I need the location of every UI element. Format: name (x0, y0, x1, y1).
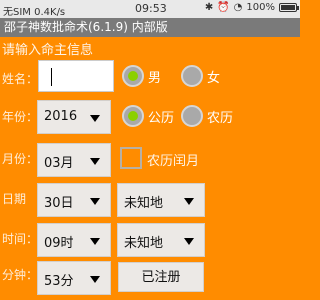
hour-select[interactable]: 09时 (37, 223, 111, 257)
leap-month-checkbox[interactable] (120, 147, 142, 169)
radio-solar-indicator[interactable] (122, 105, 144, 127)
chevron-down-icon (184, 238, 194, 245)
radio-male-indicator[interactable] (122, 65, 144, 87)
radio-lunar[interactable]: 农历 (181, 105, 233, 127)
month-label: 月份： (2, 152, 39, 166)
day-select[interactable]: 30日 (37, 183, 111, 217)
minute-value: 53分 (44, 274, 74, 289)
status-right: ✱ ⏰ ◔ 100% (204, 2, 299, 13)
radio-female[interactable]: 女 (181, 65, 220, 87)
clock: 09:53 (135, 2, 167, 15)
name-label: 姓名： (2, 72, 39, 86)
app-title: 邵子神数批命术(6.1.9) 内部版 (4, 20, 168, 34)
hour-value: 09时 (44, 236, 74, 251)
place-value-1: 未知地 (124, 196, 164, 211)
radio-solar[interactable]: 公历 (122, 105, 174, 127)
name-input-wrapper[interactable] (38, 60, 114, 92)
chevron-down-icon (90, 158, 100, 165)
chevron-down-icon (90, 238, 100, 245)
hour-label: 时间： (2, 232, 39, 246)
place-value-2: 未知地 (124, 236, 164, 251)
radio-lunar-label: 农历 (207, 110, 234, 126)
radio-female-indicator[interactable] (181, 65, 203, 87)
minute-label: 分钟： (2, 268, 39, 282)
battery-percent: 100% (246, 2, 275, 13)
year-select[interactable]: 2016 (37, 100, 111, 134)
day-label: 日期 (2, 192, 27, 206)
radio-female-label: 女 (207, 70, 221, 86)
wifi-icon: ◔ (233, 2, 243, 13)
place-select-1[interactable]: 未知地 (117, 183, 205, 217)
year-value: 2016 (44, 109, 78, 124)
status-bar: 无SIM 0.4K/s 09:53 ✱ ⏰ ◔ 100% (0, 0, 300, 18)
year-label: 年份： (2, 110, 39, 124)
alarm-icon: ⏰ (217, 2, 230, 13)
section-title: 请输入命主信息 (2, 43, 94, 58)
app-title-bar: 邵子神数批命术(6.1.9) 内部版 (0, 18, 300, 37)
battery-icon (279, 3, 299, 12)
chevron-down-icon (90, 198, 100, 205)
minute-select[interactable]: 53分 (37, 261, 111, 295)
month-select[interactable]: 03月 (37, 143, 111, 177)
chevron-down-icon (90, 276, 100, 283)
bluetooth-icon: ✱ (204, 2, 214, 13)
text-caret (51, 68, 52, 86)
registered-button[interactable]: 已注册 (118, 262, 204, 292)
chevron-down-icon (184, 198, 194, 205)
month-value: 03月 (44, 156, 74, 171)
day-value: 30日 (44, 196, 74, 211)
network-status: 无SIM 0.4K/s (3, 7, 66, 18)
radio-solar-label: 公历 (148, 110, 175, 126)
leap-month-label: 农历闰月 (147, 154, 200, 169)
place-select-2[interactable]: 未知地 (117, 223, 205, 257)
radio-male[interactable]: 男 (122, 65, 161, 87)
chevron-down-icon (90, 115, 100, 122)
radio-male-label: 男 (148, 70, 162, 86)
radio-lunar-indicator[interactable] (181, 105, 203, 127)
